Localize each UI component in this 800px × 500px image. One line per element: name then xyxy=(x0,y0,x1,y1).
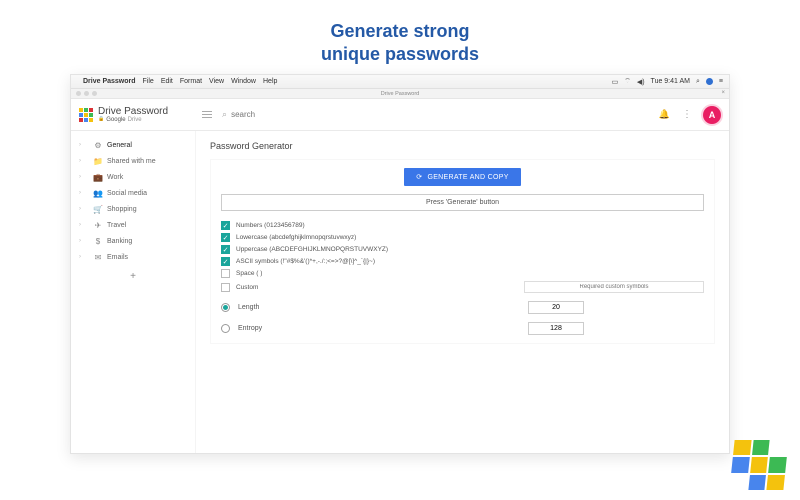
cart-icon: 🛒 xyxy=(91,205,105,214)
option-lowercase: ✓ Lowercase (abcdefghijklmnopqrstuvwxyz) xyxy=(221,233,704,242)
entropy-input[interactable] xyxy=(528,322,584,335)
avatar[interactable]: A xyxy=(703,106,721,124)
generator-card: ⟳ GENERATE AND COPY Press 'Generate' but… xyxy=(210,159,715,344)
add-category-button[interactable]: + xyxy=(71,265,195,288)
brand-logo-icon xyxy=(79,108,93,122)
radio-entropy-row: Entropy xyxy=(221,322,704,335)
lock-icon: 🔒 xyxy=(98,117,104,122)
sidebar-item-label: Emails xyxy=(107,254,187,261)
menubar-app-name[interactable]: Drive Password xyxy=(83,78,136,85)
brand: Drive Password 🔒 Google Drive xyxy=(79,107,168,123)
search[interactable]: ⌕ xyxy=(222,109,291,120)
chevron-right-icon: › xyxy=(79,254,89,260)
option-custom: Custom xyxy=(221,281,704,293)
chevron-right-icon: › xyxy=(79,222,89,228)
option-ascii: ✓ ASCII symbols (!"#$%&'()*+,-./:;<=>?@[… xyxy=(221,257,704,266)
checkbox-uppercase[interactable]: ✓ xyxy=(221,245,230,254)
headline-line1: Generate strong xyxy=(0,20,800,43)
sidebar-item-work[interactable]: › 💼 Work xyxy=(71,169,195,185)
sidebar-item-emails[interactable]: › ✉ Emails xyxy=(71,249,195,265)
checkbox-custom[interactable] xyxy=(221,283,230,292)
checkbox-numbers[interactable]: ✓ xyxy=(221,221,230,230)
mode-radios: Length Entropy xyxy=(221,301,704,335)
plane-icon: ✈ xyxy=(91,221,105,230)
option-space: Space ( ) xyxy=(221,269,704,278)
sidebar: › ⚙ General › 📁 Shared with me › 💼 Work … xyxy=(71,131,196,453)
app-window: Drive Password File Edit Format View Win… xyxy=(70,74,730,454)
menubar-edit[interactable]: Edit xyxy=(161,78,173,85)
brand-subtitle: 🔒 Google Drive xyxy=(98,117,168,123)
menu-icon[interactable] xyxy=(202,111,212,119)
menubar-view[interactable]: View xyxy=(209,78,224,85)
chevron-right-icon: › xyxy=(79,206,89,212)
refresh-icon: ⟳ xyxy=(416,173,422,181)
siri-icon[interactable] xyxy=(706,78,713,85)
chevron-right-icon: › xyxy=(79,238,89,244)
sidebar-item-label: Banking xyxy=(107,238,187,245)
sidebar-item-label: General xyxy=(107,142,187,149)
search-input[interactable] xyxy=(231,110,291,119)
menubar-window[interactable]: Window xyxy=(231,78,256,85)
sidebar-item-shopping[interactable]: › 🛒 Shopping xyxy=(71,201,195,217)
radio-length-row: Length xyxy=(221,301,704,314)
radio-entropy[interactable] xyxy=(221,324,230,333)
folder-icon: 📁 xyxy=(91,157,105,166)
page-title: Password Generator xyxy=(210,141,715,151)
checkbox-ascii[interactable]: ✓ xyxy=(221,257,230,266)
sidebar-item-label: Shared with me xyxy=(107,158,187,165)
traffic-lights[interactable] xyxy=(76,91,97,96)
close-icon[interactable]: × xyxy=(721,90,725,96)
sidebar-item-social[interactable]: › 👥 Social media xyxy=(71,185,195,201)
mail-icon: ✉ xyxy=(91,253,105,262)
custom-symbols-input[interactable] xyxy=(524,281,704,293)
menubar-time[interactable]: Tue 9:41 AM xyxy=(651,78,690,85)
sidebar-item-label: Social media xyxy=(107,190,187,197)
bell-icon[interactable]: 🔔 xyxy=(659,109,670,120)
window-titlebar: Drive Password × xyxy=(71,89,729,99)
generate-button[interactable]: ⟳ GENERATE AND COPY xyxy=(404,168,520,186)
sidebar-item-shared[interactable]: › 📁 Shared with me xyxy=(71,153,195,169)
sidebar-item-label: Work xyxy=(107,174,187,181)
people-icon: 👥 xyxy=(91,189,105,198)
brand-title: Drive Password xyxy=(98,107,168,117)
sidebar-item-banking[interactable]: › $ Banking xyxy=(71,233,195,249)
mac-menubar: Drive Password File Edit Format View Win… xyxy=(71,75,729,89)
app-header: Drive Password 🔒 Google Drive ⌕ 🔔 ⋮ A xyxy=(71,99,729,131)
chevron-right-icon: › xyxy=(79,190,89,196)
main-panel: Password Generator ⟳ GENERATE AND COPY P… xyxy=(196,131,729,453)
chevron-right-icon: › xyxy=(79,158,89,164)
briefcase-icon: 💼 xyxy=(91,173,105,182)
window-title: Drive Password xyxy=(381,91,420,97)
menubar-help[interactable]: Help xyxy=(263,78,277,85)
radio-length[interactable] xyxy=(221,303,230,312)
watermark-logo-icon xyxy=(729,440,788,490)
gear-icon: ⚙ xyxy=(91,141,105,150)
option-uppercase: ✓ Uppercase (ABCDEFGHIJKLMNOPQRSTUVWXYZ) xyxy=(221,245,704,254)
wifi-icon[interactable]: ⌔ xyxy=(624,77,631,86)
option-numbers: ✓ Numbers (0123456789) xyxy=(221,221,704,230)
menubar-file[interactable]: File xyxy=(143,78,154,85)
airplay-icon[interactable]: ▭ xyxy=(612,78,619,86)
headline-line2: unique passwords xyxy=(0,43,800,66)
more-icon[interactable]: ⋮ xyxy=(682,109,691,120)
length-input[interactable] xyxy=(528,301,584,314)
menubar-format[interactable]: Format xyxy=(180,78,202,85)
search-icon: ⌕ xyxy=(222,109,227,120)
sidebar-item-label: Travel xyxy=(107,222,187,229)
checkbox-lowercase[interactable]: ✓ xyxy=(221,233,230,242)
sidebar-item-travel[interactable]: › ✈ Travel xyxy=(71,217,195,233)
volume-icon[interactable]: ◀) xyxy=(637,78,645,86)
notifications-icon[interactable]: ≡ xyxy=(719,78,723,85)
sidebar-item-general[interactable]: › ⚙ General xyxy=(71,137,195,153)
chevron-right-icon: › xyxy=(79,142,89,148)
dollar-icon: $ xyxy=(91,237,105,246)
sidebar-item-label: Shopping xyxy=(107,206,187,213)
chevron-right-icon: › xyxy=(79,174,89,180)
spotlight-icon[interactable]: ⌕ xyxy=(696,78,700,86)
result-output[interactable]: Press 'Generate' button xyxy=(221,194,704,211)
options-list: ✓ Numbers (0123456789) ✓ Lowercase (abcd… xyxy=(221,221,704,293)
promo-headline: Generate strong unique passwords xyxy=(0,0,800,79)
checkbox-space[interactable] xyxy=(221,269,230,278)
